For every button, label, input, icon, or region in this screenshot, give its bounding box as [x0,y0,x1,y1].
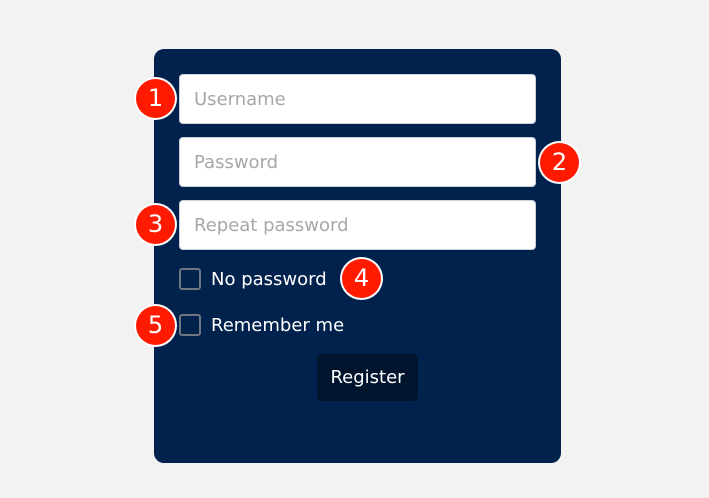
register-form: No password Remember me Register [154,49,561,463]
annotation-marker-5: 5 [136,306,175,345]
remember-me-label[interactable]: Remember me [211,315,344,336]
page: No password Remember me Register 1 2 3 4… [0,0,709,498]
no-password-option[interactable]: No password [179,266,327,292]
password-input[interactable] [179,137,536,187]
no-password-label[interactable]: No password [211,269,327,290]
username-input[interactable] [179,74,536,124]
annotation-marker-4: 4 [342,259,381,298]
no-password-checkbox[interactable] [179,268,201,290]
annotation-marker-3: 3 [136,205,175,244]
annotation-marker-2: 2 [540,143,579,182]
register-button[interactable]: Register [317,354,418,401]
remember-me-option[interactable]: Remember me [179,312,344,338]
remember-me-checkbox[interactable] [179,314,201,336]
repeat-password-input[interactable] [179,200,536,250]
annotation-marker-1: 1 [136,79,175,118]
